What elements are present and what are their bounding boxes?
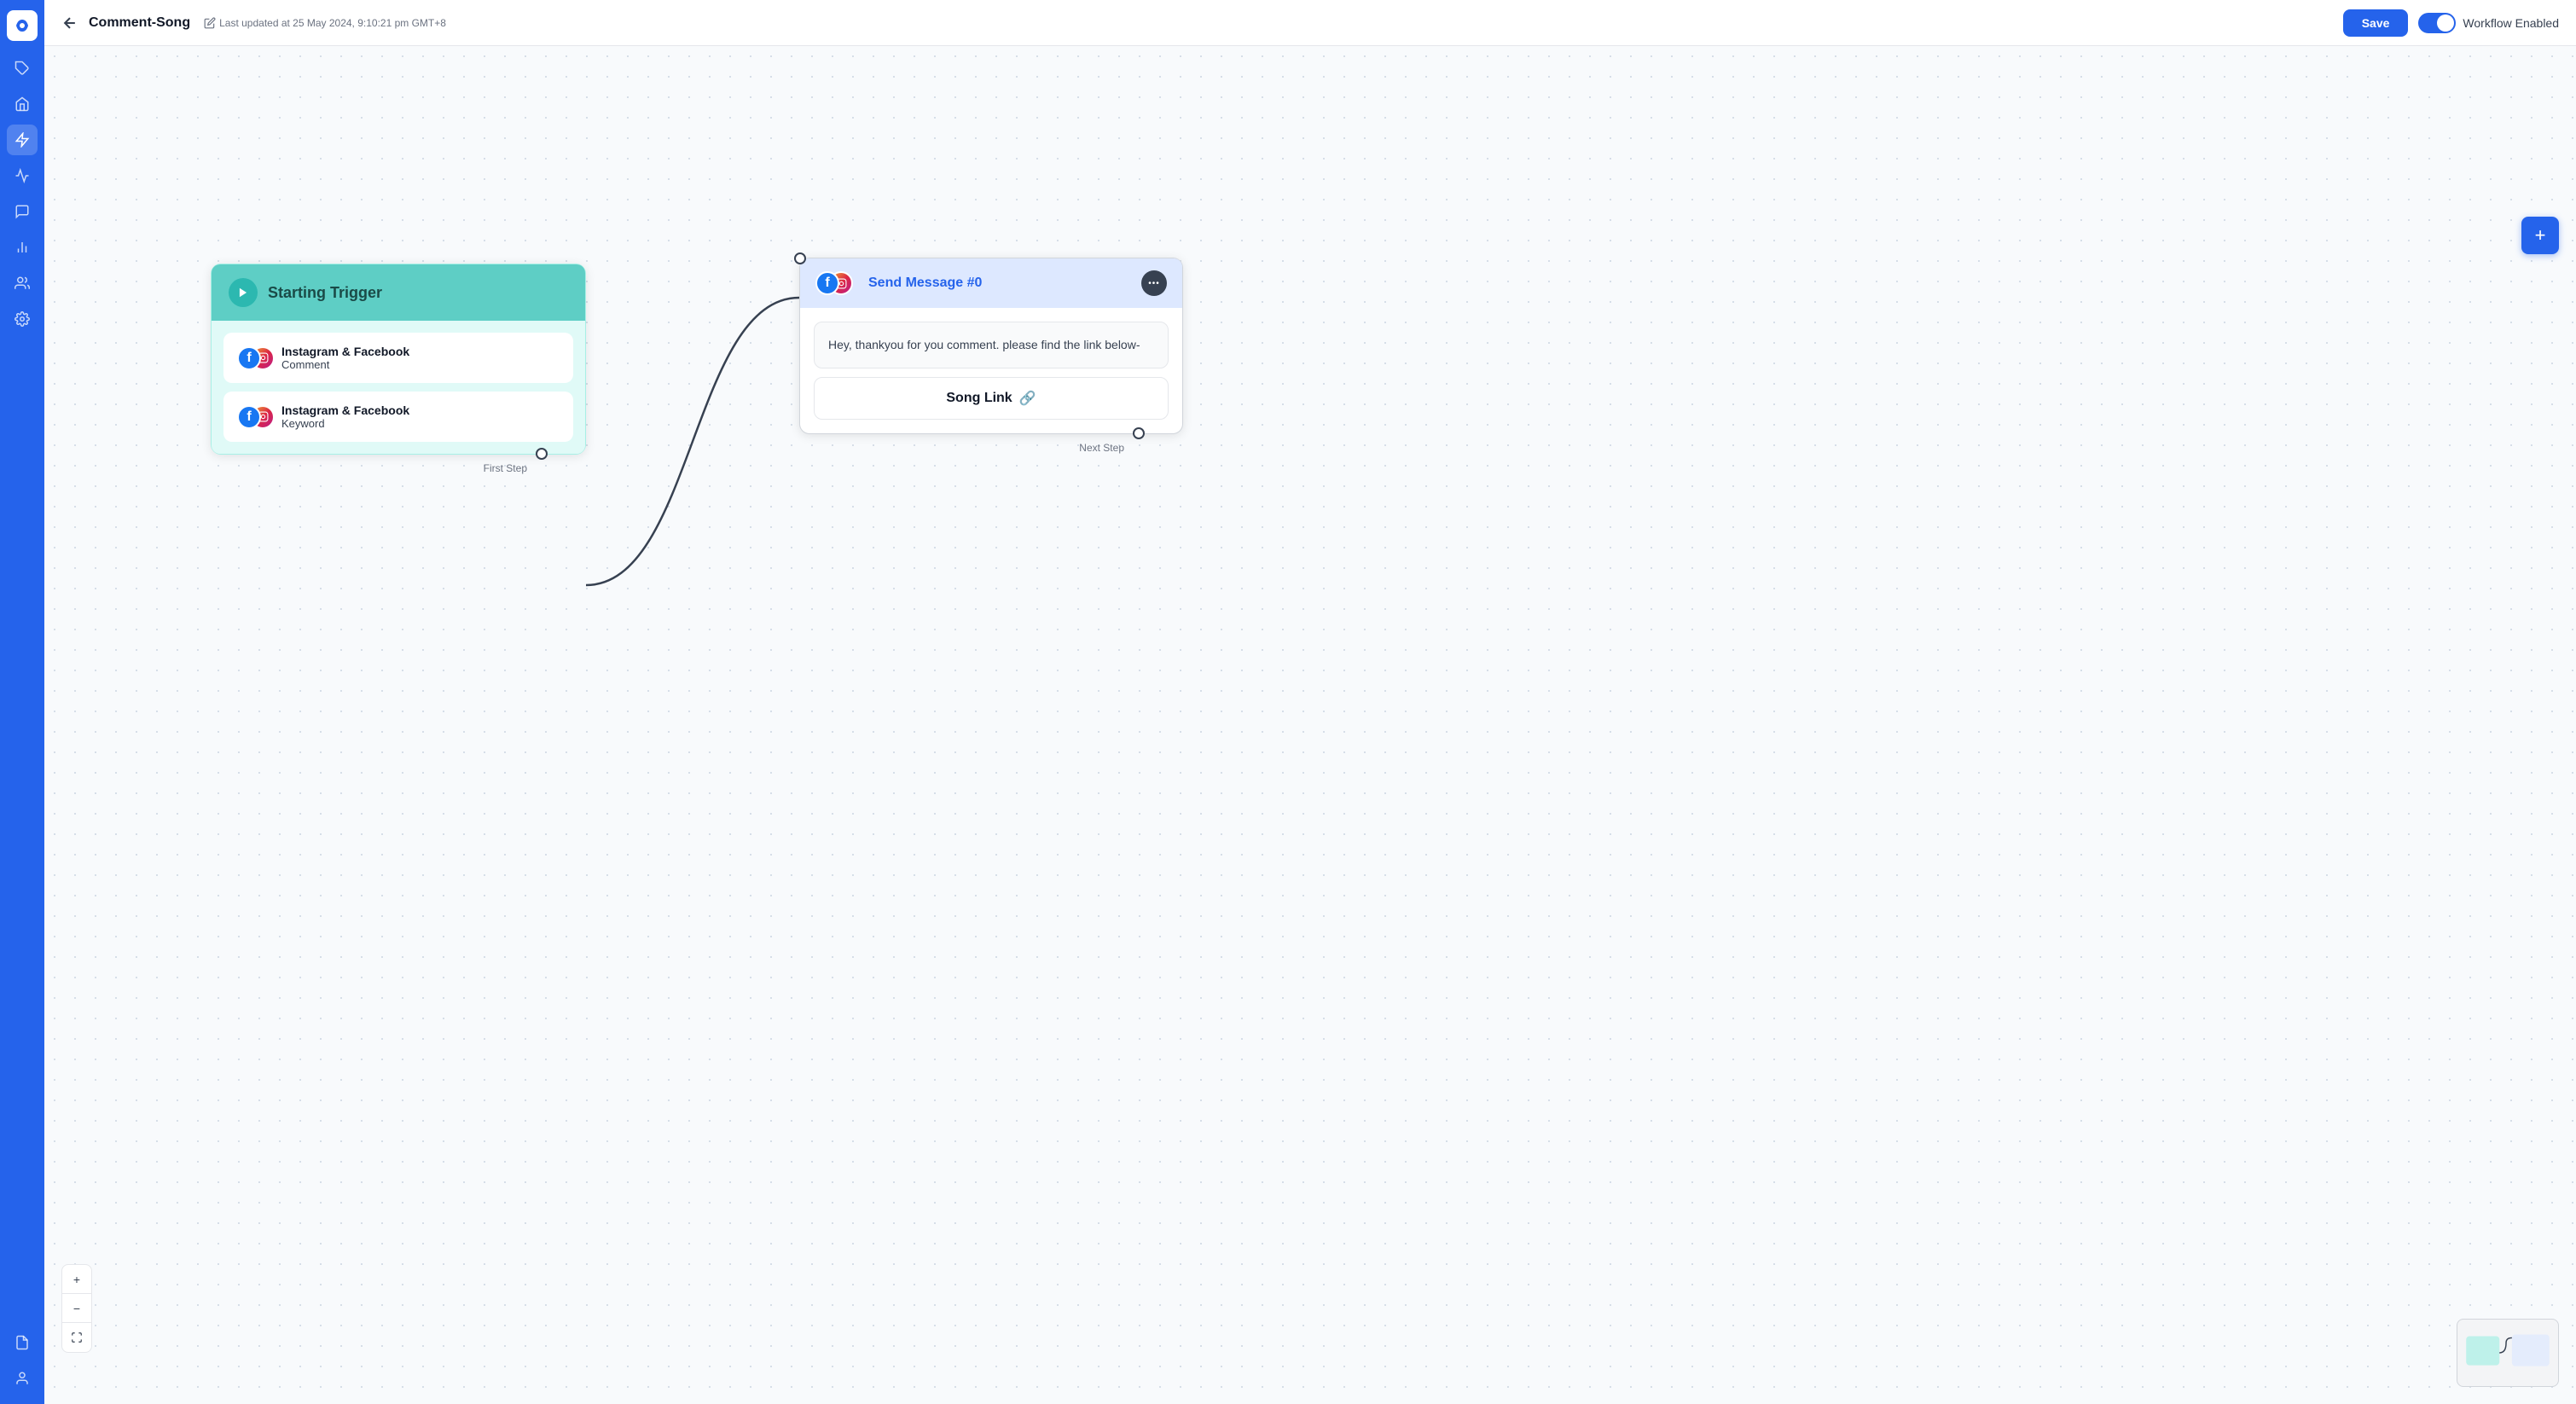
trigger-item-keyword[interactable]: f Instagram & Facebook Keyword (223, 392, 573, 442)
trigger-header: Starting Trigger (212, 264, 585, 321)
first-step-label: First Step (484, 462, 527, 474)
sidebar-item-analytics[interactable] (7, 232, 38, 263)
sidebar-item-home[interactable] (7, 89, 38, 119)
trigger-keyword-sub: Keyword (281, 417, 409, 430)
main: Comment-Song Last updated at 25 May 2024… (44, 0, 2576, 1404)
save-button[interactable]: Save (2343, 9, 2409, 37)
back-button[interactable] (61, 15, 78, 32)
send-facebook-icon: f (815, 271, 839, 295)
trigger-body: f Instagram & Facebook Comment f (212, 321, 585, 454)
add-node-button[interactable]: + (2521, 217, 2559, 254)
send-message-text: Hey, thankyou for you comment. please fi… (814, 322, 1169, 368)
sidebar-item-audience[interactable] (7, 268, 38, 299)
sidebar-bottom (7, 1327, 38, 1394)
link-icon: 🔗 (1019, 390, 1036, 407)
facebook-icon: f (237, 346, 261, 370)
trigger-comment-title: Instagram & Facebook (281, 345, 409, 358)
workflow-enabled-label: Workflow Enabled (2463, 16, 2559, 30)
next-step-label: Next Step (1079, 442, 1124, 454)
send-social-icons: f (815, 271, 860, 295)
sidebar-item-docs[interactable] (7, 1327, 38, 1358)
trigger-comment-sub: Comment (281, 358, 409, 371)
trigger-item-keyword-text: Instagram & Facebook Keyword (281, 403, 409, 430)
facebook-icon-2: f (237, 405, 261, 429)
header: Comment-Song Last updated at 25 May 2024… (44, 0, 2576, 46)
workflow-canvas[interactable]: Starting Trigger f Instagram & Facebook … (44, 46, 2576, 1404)
send-message-title: Send Message #0 (868, 276, 1133, 291)
incoming-dot (794, 252, 806, 264)
fit-screen-button[interactable] (62, 1323, 91, 1352)
send-more-button[interactable]: ••• (1141, 270, 1167, 296)
workflow-title: Comment-Song (89, 15, 190, 31)
sidebar-item-broadcast[interactable] (7, 160, 38, 191)
sidebar-item-profile[interactable] (7, 1363, 38, 1394)
send-header: f Send Message #0 ••• (800, 258, 1182, 308)
trigger-play-icon (229, 278, 258, 307)
sidebar-item-settings[interactable] (7, 304, 38, 334)
song-link-label: Song Link (946, 391, 1012, 406)
trigger-title: Starting Trigger (268, 284, 382, 302)
trigger-item-comment[interactable]: f Instagram & Facebook Comment (223, 333, 573, 383)
sidebar-item-tag[interactable] (7, 53, 38, 84)
app-logo (7, 10, 38, 41)
first-step-dot[interactable] (536, 448, 548, 460)
zoom-controls: + − (61, 1264, 92, 1353)
workflow-toggle[interactable] (2418, 13, 2456, 33)
trigger-node: Starting Trigger f Instagram & Facebook … (211, 264, 586, 455)
zoom-in-button[interactable]: + (62, 1265, 91, 1294)
last-updated: Last updated at 25 May 2024, 9:10:21 pm … (204, 17, 446, 29)
send-message-node: f Send Message #0 ••• Hey, thankyou for … (799, 258, 1183, 434)
social-icons-keyword: f (237, 405, 271, 429)
workflow-toggle-wrap: Workflow Enabled (2418, 13, 2559, 33)
trigger-item-comment-text: Instagram & Facebook Comment (281, 345, 409, 371)
zoom-out-button[interactable]: − (62, 1294, 91, 1323)
sidebar-item-automation[interactable] (7, 125, 38, 155)
trigger-keyword-title: Instagram & Facebook (281, 403, 409, 417)
send-link-box[interactable]: Song Link 🔗 (814, 377, 1169, 420)
sidebar (0, 0, 44, 1404)
minimap (2457, 1319, 2559, 1387)
send-body: Hey, thankyou for you comment. please fi… (800, 308, 1182, 433)
sidebar-item-messages[interactable] (7, 196, 38, 227)
connection-svg (44, 46, 2576, 1404)
social-icons-comment: f (237, 346, 271, 370)
next-step-dot[interactable] (1133, 427, 1145, 439)
